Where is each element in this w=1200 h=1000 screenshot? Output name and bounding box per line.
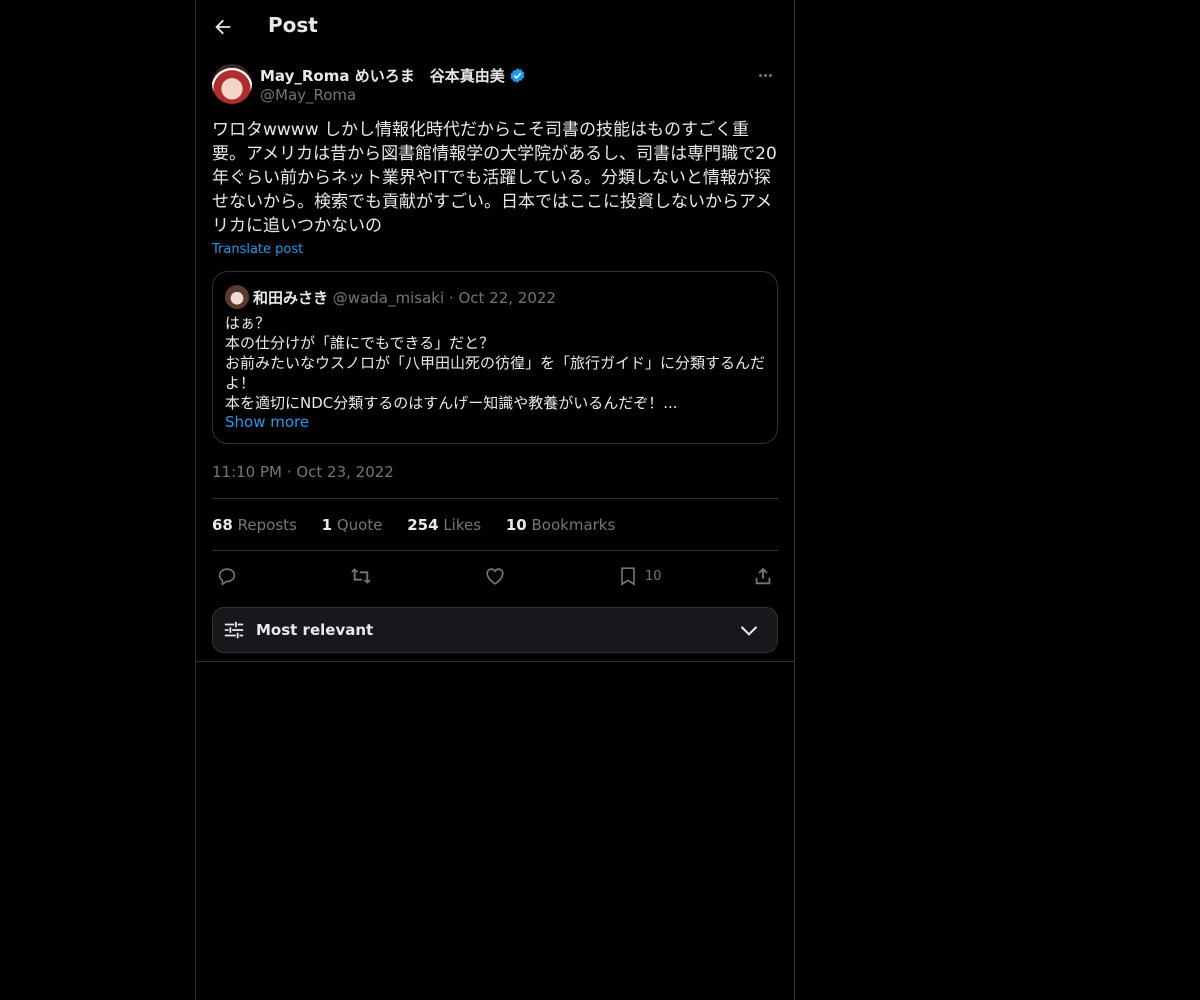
author-name-row[interactable]: May_Roma めいろま 谷本真由美 <box>260 65 526 86</box>
bookmark-icon <box>621 567 635 586</box>
bookmarks-stat[interactable]: 10 Bookmarks <box>506 516 615 534</box>
like-icon <box>486 568 504 585</box>
quoted-handle: @wada_misaki <box>332 289 445 307</box>
author-display-name[interactable]: May_Roma めいろま 谷本真由美 <box>260 67 505 85</box>
post-date[interactable]: Oct 23, 2022 <box>296 463 394 481</box>
avatar[interactable] <box>212 64 252 104</box>
reposts-stat[interactable]: 68 Reposts <box>212 516 297 534</box>
likes-count: 254 <box>407 516 439 534</box>
post-text: ワロタwwww しかし情報化時代だからこそ司書の技能はものすごく重要。アメリカは… <box>212 120 777 236</box>
bookmark-count: 10 <box>645 568 662 584</box>
dot <box>758 73 762 77</box>
dot <box>763 73 767 77</box>
main-column: Post May_Roma めいろま 谷本真由美 @May_Roma ワロタww… <box>195 0 795 1000</box>
likes-label: Likes <box>443 516 482 534</box>
reply-button[interactable] <box>216 562 238 590</box>
separator: · <box>448 289 454 307</box>
quoted-post-header: 和田みさき @wada_misaki · Oct 22, 2022 <box>225 285 556 309</box>
sliders-icon <box>224 621 244 639</box>
like-button[interactable] <box>484 562 506 590</box>
post-author: May_Roma めいろま 谷本真由美 @May_Roma <box>212 64 778 108</box>
page-title: Post <box>268 13 318 37</box>
back-arrow-icon[interactable] <box>212 16 234 38</box>
sort-label: Most relevant <box>256 621 374 639</box>
reply-sort-dropdown[interactable]: Most relevant <box>212 607 778 653</box>
divider <box>196 661 794 662</box>
reply-icon <box>218 568 236 586</box>
page-header: Post <box>196 0 794 53</box>
reposts-label: Reposts <box>237 516 297 534</box>
quotes-label: Quote <box>336 516 383 534</box>
post-timestamp[interactable]: 11:10 PM · Oct 23, 2022 <box>212 463 394 481</box>
quoted-avatar <box>225 285 249 309</box>
more-options-icon[interactable] <box>752 64 778 86</box>
engagement-stats: 68 Reposts 1 Quote 254 Likes 10 Bookmark… <box>212 516 635 534</box>
chevron-down-icon <box>740 626 758 636</box>
separator: · <box>286 463 292 481</box>
quoted-post[interactable]: 和田みさき @wada_misaki · Oct 22, 2022 はぁ？ 本の… <box>212 271 778 444</box>
action-bar: 10 <box>212 562 778 590</box>
quotes-count: 1 <box>321 516 333 534</box>
repost-icon <box>351 568 371 584</box>
quoted-display-name: 和田みさき <box>253 289 329 307</box>
bookmark-button[interactable]: 10 <box>617 562 662 590</box>
post-time[interactable]: 11:10 PM <box>212 463 282 481</box>
share-button[interactable] <box>752 562 774 590</box>
quotes-stat[interactable]: 1 Quote <box>322 516 383 534</box>
reposts-count: 68 <box>212 516 233 534</box>
likes-stat[interactable]: 254 Likes <box>407 516 481 534</box>
divider <box>212 498 778 499</box>
bookmarks-label: Bookmarks <box>531 516 616 534</box>
bookmarks-count: 10 <box>505 516 527 534</box>
divider <box>212 550 778 551</box>
share-icon <box>755 567 771 585</box>
verified-badge-icon <box>510 68 525 83</box>
dot <box>768 73 772 77</box>
quoted-text: はぁ？ 本の仕分けが「誰にでもできる」だと？ お前みたいなウスノロが「八甲田山死… <box>225 314 766 412</box>
author-handle[interactable]: @May_Roma <box>260 86 356 104</box>
repost-button[interactable] <box>350 562 372 590</box>
quoted-date: Oct 22, 2022 <box>458 289 556 307</box>
show-more-link[interactable]: Show more <box>225 413 309 431</box>
translate-post-link[interactable]: Translate post <box>212 242 303 257</box>
